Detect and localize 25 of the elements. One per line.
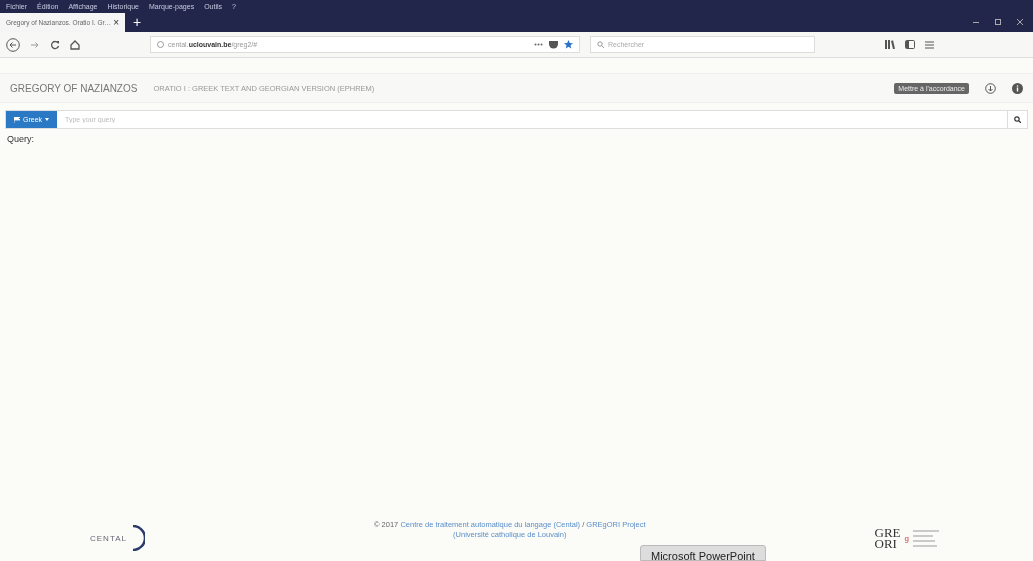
- library-icon[interactable]: [885, 40, 895, 49]
- search-icon: [1014, 116, 1021, 123]
- info-icon: [157, 41, 164, 48]
- shield-icon[interactable]: [549, 40, 558, 49]
- back-icon[interactable]: [6, 37, 20, 52]
- cental-logo: CENTAL: [90, 525, 145, 551]
- search-icon: [597, 41, 604, 48]
- close-icon[interactable]: [1017, 19, 1023, 25]
- minimize-icon[interactable]: [973, 19, 979, 25]
- forward-icon[interactable]: [30, 39, 40, 50]
- home-icon[interactable]: [70, 39, 80, 50]
- site-title: GREGORY OF NAZIANZOS: [10, 82, 138, 94]
- star-icon[interactable]: [564, 40, 573, 49]
- restore-icon[interactable]: [995, 19, 1001, 25]
- query-label: Query:: [7, 134, 35, 144]
- more-icon[interactable]: [534, 43, 543, 46]
- flag-icon: [14, 116, 20, 123]
- taskbar-tooltip: Microsoft PowerPoint: [640, 545, 766, 561]
- caret-icon: [45, 118, 50, 121]
- download-icon[interactable]: [985, 82, 996, 94]
- tab-close-button[interactable]: ×: [113, 17, 119, 28]
- new-tab-button[interactable]: +: [125, 14, 150, 30]
- sidebar-icon[interactable]: [905, 40, 915, 49]
- info-icon[interactable]: [1012, 82, 1023, 94]
- reload-icon[interactable]: [50, 39, 60, 50]
